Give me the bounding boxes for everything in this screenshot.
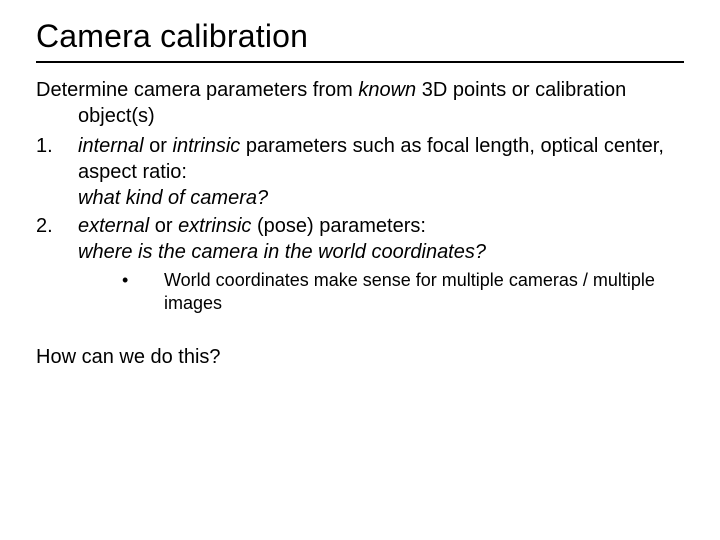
closing-question: How can we do this? bbox=[36, 344, 684, 370]
item1-internal: internal bbox=[78, 135, 144, 157]
list-number-1: 1. bbox=[36, 133, 68, 159]
list-number-2: 2. bbox=[36, 213, 68, 239]
intro-pre: Determine camera parameters from bbox=[36, 79, 358, 101]
intro-line: Determine camera parameters from known 3… bbox=[36, 77, 684, 129]
numbered-list: 1. internal or intrinsic parameters such… bbox=[36, 133, 684, 316]
item2-question: where is the camera in the world coordin… bbox=[78, 241, 486, 263]
slide-title: Camera calibration bbox=[36, 18, 684, 55]
bullet-icon: • bbox=[122, 269, 128, 292]
item2-extrinsic: extrinsic bbox=[178, 215, 251, 237]
item2-rest: (pose) parameters: bbox=[251, 215, 426, 237]
list-item-1: 1. internal or intrinsic parameters such… bbox=[36, 133, 684, 211]
sub-bullet-1: • World coordinates make sense for multi… bbox=[122, 269, 684, 316]
sub-bullet-1-text: World coordinates make sense for multipl… bbox=[164, 270, 655, 313]
intro-known: known bbox=[358, 79, 416, 101]
item1-or: or bbox=[144, 135, 173, 157]
item1-intrinsic: intrinsic bbox=[173, 135, 241, 157]
slide-body: Determine camera parameters from known 3… bbox=[36, 77, 684, 370]
list-item-2: 2. external or extrinsic (pose) paramete… bbox=[36, 213, 684, 316]
title-underline bbox=[36, 61, 684, 63]
item2-or: or bbox=[149, 215, 178, 237]
item2-external: external bbox=[78, 215, 149, 237]
sub-bullet-list: • World coordinates make sense for multi… bbox=[78, 269, 684, 316]
slide: Camera calibration Determine camera para… bbox=[0, 0, 720, 540]
item1-question: what kind of camera? bbox=[78, 187, 268, 209]
